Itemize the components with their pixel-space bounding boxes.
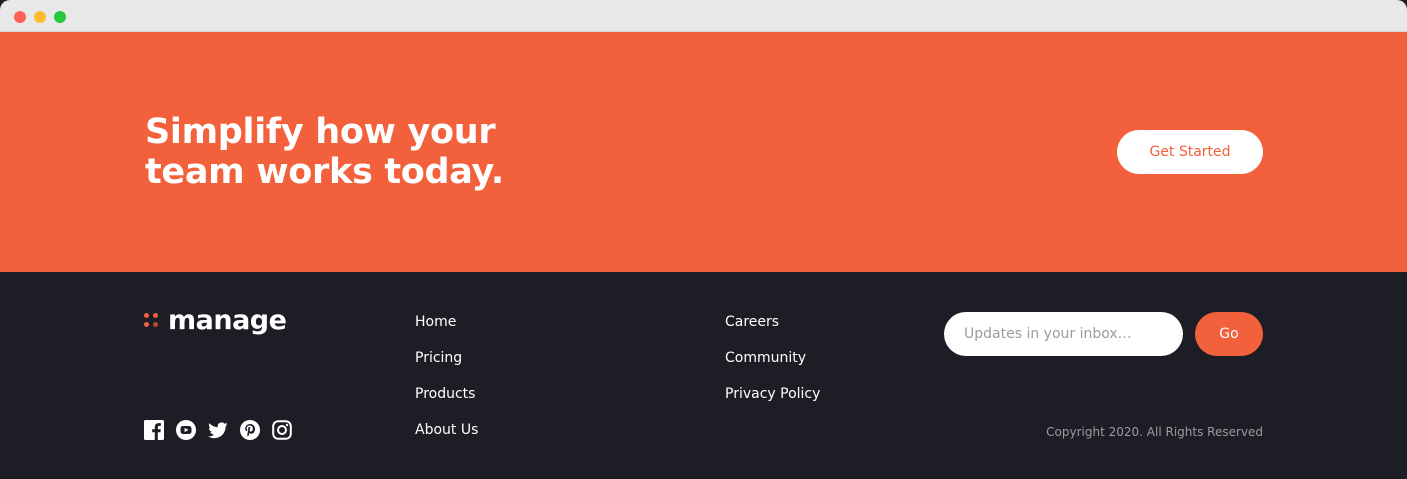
youtube-icon[interactable] bbox=[176, 420, 196, 440]
social-links bbox=[144, 420, 292, 440]
cta-heading: Simplify how your team works today. bbox=[145, 112, 504, 192]
close-window-button[interactable] bbox=[14, 11, 26, 23]
logo-text: manage bbox=[168, 305, 287, 336]
instagram-icon[interactable] bbox=[272, 420, 292, 440]
copyright-text: Copyright 2020. All Rights Reserved bbox=[1046, 425, 1263, 439]
browser-window: Simplify how your team works today. Get … bbox=[0, 0, 1407, 479]
facebook-icon[interactable] bbox=[144, 420, 164, 440]
get-started-button[interactable]: Get Started bbox=[1117, 130, 1263, 174]
footer-nav-primary: Home Pricing Products About Us bbox=[415, 312, 478, 456]
minimize-window-button[interactable] bbox=[34, 11, 46, 23]
window-titlebar bbox=[0, 0, 1407, 32]
footer-link-privacy-policy[interactable]: Privacy Policy bbox=[725, 384, 820, 404]
footer-link-home[interactable]: Home bbox=[415, 312, 478, 332]
maximize-window-button[interactable] bbox=[54, 11, 66, 23]
footer-link-about-us[interactable]: About Us bbox=[415, 420, 478, 440]
footer-link-community[interactable]: Community bbox=[725, 348, 820, 368]
footer-link-products[interactable]: Products bbox=[415, 384, 478, 404]
logo-mark-icon bbox=[144, 313, 160, 329]
footer-link-pricing[interactable]: Pricing bbox=[415, 348, 478, 368]
cta-banner: Simplify how your team works today. Get … bbox=[0, 32, 1407, 272]
newsletter-go-button[interactable]: Go bbox=[1195, 312, 1263, 356]
newsletter-email-input[interactable] bbox=[944, 312, 1183, 356]
site-footer: manage Home Pricing Products About Us Ca… bbox=[0, 272, 1407, 479]
footer-nav-secondary: Careers Community Privacy Policy bbox=[725, 312, 820, 420]
pinterest-icon[interactable] bbox=[240, 420, 260, 440]
twitter-icon[interactable] bbox=[208, 420, 228, 440]
footer-link-careers[interactable]: Careers bbox=[725, 312, 820, 332]
logo[interactable]: manage bbox=[144, 305, 287, 337]
